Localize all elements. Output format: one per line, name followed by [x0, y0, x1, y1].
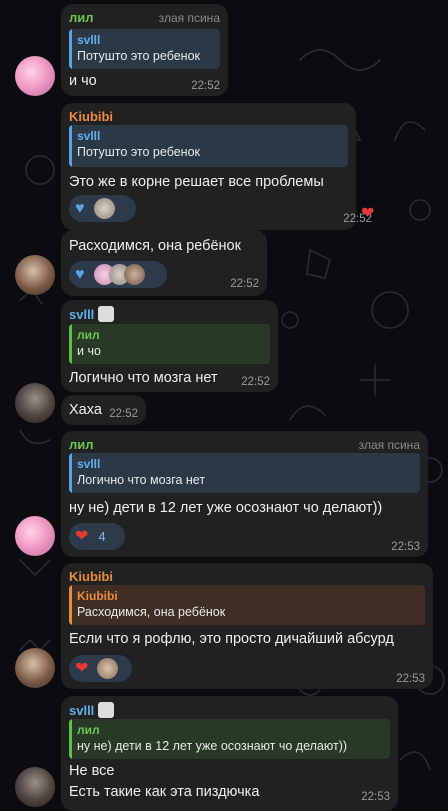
message-time: 22:52 [109, 408, 138, 420]
avatar[interactable] [15, 255, 55, 295]
message-text: Хаха [69, 402, 102, 418]
blue-heart-icon: ♥ [75, 199, 85, 217]
avatar[interactable] [15, 56, 55, 96]
member-role-tag: злая псина [358, 438, 420, 452]
reply-quote-text: Расходимся, она ребёнок [77, 605, 226, 619]
sender-name[interactable]: svlll [69, 702, 115, 718]
sender-name-text: svlll [69, 307, 95, 322]
reply-quote-sender: лил [77, 723, 100, 737]
reply-quote-text: Потушто это ребенок [77, 49, 200, 63]
message-text: Расходимся, она ребёнок [69, 238, 241, 254]
reply-quote-text: Логично что мозга нет [77, 473, 206, 487]
message-text: и чо [69, 73, 97, 89]
message-time: 22:52 [191, 80, 220, 92]
reply-quote-sender: svlll [77, 33, 101, 47]
avatar[interactable] [15, 383, 55, 423]
reply-quote-sender: Kiubibi [77, 589, 118, 603]
reactor-avatar [123, 264, 145, 285]
reactor-avatar [97, 658, 119, 679]
reaction-chip[interactable]: ❤ [69, 655, 132, 682]
sender-name[interactable]: лил [69, 437, 94, 452]
sender-name[interactable]: Kiubibi [69, 569, 113, 584]
message-time: 22:52 [230, 278, 259, 290]
message-bubble[interactable]: svlll лил и чо Логично что мозга нет 22:… [61, 300, 278, 392]
reply-quote[interactable]: svlll Потушто это ребенок [69, 29, 220, 69]
sender-name-text: svlll [69, 703, 95, 718]
message-time: 22:53 [396, 673, 425, 685]
avatar[interactable] [15, 648, 55, 688]
avatar[interactable] [15, 767, 55, 807]
message-text-line: Не все [69, 763, 115, 779]
message-time: 22:53 [391, 541, 420, 553]
reactor-avatar [93, 198, 115, 219]
message-bubble[interactable]: svlll лил ну не) дети в 12 лет уже осозн… [61, 696, 398, 811]
reply-quote-text: Потушто это ребенок [77, 145, 200, 159]
reply-quote[interactable]: svlll Логично что мозга нет [69, 453, 420, 493]
reply-quote[interactable]: svlll Потушто это ребенок [69, 125, 348, 167]
member-role-tag: злая псина [158, 11, 220, 25]
reply-quote[interactable]: лил и чо [69, 324, 270, 364]
message-bubble[interactable]: Kiubibi svlll Потушто это ребенок Это же… [61, 103, 372, 230]
reaction-chip[interactable]: ❤ 4 [69, 523, 125, 550]
message-bubble[interactable]: Kiubibi Kiubibi Расходимся, она ребёнок … [61, 563, 433, 689]
message-bubble[interactable]: лил злая псина svlll Потушто это ребенок… [61, 4, 228, 96]
reaction-chip[interactable]: ♥ [69, 261, 167, 288]
avatar[interactable] [15, 516, 55, 556]
reply-quote-sender: svlll [77, 457, 101, 471]
message-text-line: Есть такие как эта пиздючка [69, 784, 260, 800]
heart-icon[interactable]: ❤ [361, 206, 374, 222]
message-text: ну не) дети в 12 лет уже осознают чо дел… [69, 500, 383, 516]
message-bubble[interactable]: Хаха 22:52 [61, 395, 146, 425]
message-text: Логично что мозга нет [69, 370, 218, 386]
reply-quote-text: и чо [77, 344, 101, 358]
message-time: 22:53 [361, 791, 390, 803]
heart-icon: ❤ [75, 527, 89, 545]
sticker-emoji-icon [98, 702, 115, 718]
reply-quote-sender: svlll [77, 129, 101, 143]
message-text: Это же в корне решает все проблемы [69, 174, 324, 190]
heart-icon: ❤ [75, 659, 89, 677]
sender-name[interactable]: лил [69, 10, 94, 25]
reply-quote-text: ну не) дети в 12 лет уже осознают чо дел… [77, 739, 348, 753]
message-bubble[interactable]: лил злая псина svlll Логично что мозга н… [61, 431, 428, 557]
message-text: Если что я рофлю, это просто дичайший аб… [69, 631, 394, 647]
reply-quote[interactable]: лил ну не) дети в 12 лет уже осознают чо… [69, 719, 390, 759]
reaction-chip[interactable]: ♥ [69, 195, 136, 222]
sender-name[interactable]: Kiubibi [69, 109, 113, 124]
sender-name[interactable]: svlll [69, 306, 115, 322]
blue-heart-icon: ♥ [75, 265, 85, 283]
message-time: 22:52 [241, 376, 270, 388]
reply-quote[interactable]: Kiubibi Расходимся, она ребёнок [69, 585, 425, 625]
message-bubble[interactable]: Расходимся, она ребёнок ♥ 22:52 [61, 230, 267, 296]
sticker-emoji-icon [98, 306, 115, 322]
reaction-count: 4 [98, 529, 106, 544]
reply-quote-sender: лил [77, 328, 100, 342]
